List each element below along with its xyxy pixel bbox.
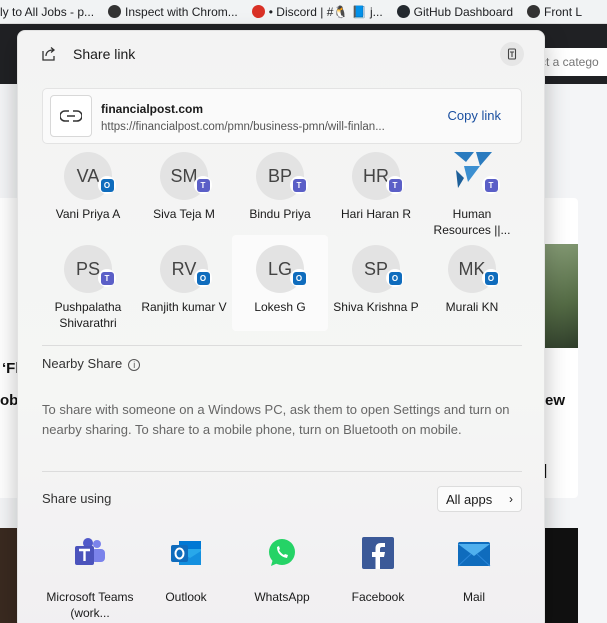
contact-siva-teja-m[interactable]: SM T Siva Teja M xyxy=(136,144,232,240)
app-label: Mail xyxy=(462,590,485,604)
contact-vani-priya-a[interactable]: VA O Vani Priya A xyxy=(40,144,136,240)
app-outlook[interactable]: Outlook xyxy=(138,536,234,605)
info-icon[interactable]: i xyxy=(128,358,141,371)
contact-human-resources[interactable]: T Human Resources ||... xyxy=(424,144,520,240)
app-label: Outlook xyxy=(165,590,207,604)
contact-name: Murali KN xyxy=(445,300,499,314)
bookmark-inspect[interactable]: Inspect with Chrom... xyxy=(108,5,238,19)
divider xyxy=(42,345,522,346)
outlook-badge-icon: O xyxy=(482,269,500,287)
app-label: Facebook xyxy=(351,590,405,604)
share-icon xyxy=(42,47,56,61)
contact-name: Bindu Priya xyxy=(249,207,311,221)
facebook-icon xyxy=(362,537,394,569)
link-icon xyxy=(60,110,82,122)
contact-name: Vani Priya A xyxy=(55,207,121,221)
teams-badge-icon: T xyxy=(482,176,500,194)
contact-ranjith-kumar-v[interactable]: RV O Ranjith kumar V xyxy=(136,237,232,333)
teams-badge-icon: T xyxy=(386,176,404,194)
mail-icon xyxy=(457,542,491,567)
teams-icon xyxy=(75,538,105,565)
headline-fragment: ew xyxy=(545,392,566,409)
teams-badge-icon: T xyxy=(98,269,116,287)
chevron-right-icon: › xyxy=(509,492,513,506)
headline-fragment: ob xyxy=(0,392,19,409)
pin-icon xyxy=(507,48,517,60)
copy-link-button[interactable]: Copy link xyxy=(448,108,501,123)
contact-lokesh-g[interactable]: LG O Lokesh G xyxy=(232,235,328,331)
teams-badge-icon: T xyxy=(290,176,308,194)
discord-icon xyxy=(251,5,265,18)
bookmark-label: • Discord | #🐧 📘 j... xyxy=(268,4,383,19)
bookmark-label: GitHub Dashboard xyxy=(413,4,514,19)
dialog-title: Share link xyxy=(73,46,136,62)
link-domain: financialpost.com xyxy=(101,102,204,116)
contact-name: Ranjith kumar V xyxy=(141,300,227,314)
nearby-share-description: To share with someone on a Windows PC, a… xyxy=(42,402,510,437)
divider xyxy=(42,471,522,472)
bookmark-front[interactable]: Front L xyxy=(527,5,582,19)
all-apps-button[interactable]: All apps › xyxy=(437,486,522,512)
contact-name: Human Resources ||... xyxy=(433,207,511,237)
contact-name: Shiva Krishna P xyxy=(333,300,419,314)
contact-name: Lokesh G xyxy=(254,300,306,314)
app-label: WhatsApp xyxy=(254,590,310,604)
link-thumbnail xyxy=(50,95,92,137)
app-microsoft-teams[interactable]: Microsoft Teams (work... xyxy=(42,536,138,621)
share-using-title: Share using xyxy=(42,491,112,506)
nearby-share-title: Nearby Share i xyxy=(42,356,141,371)
github-icon xyxy=(396,5,410,18)
outlook-badge-icon: O xyxy=(194,269,212,287)
bookmark-discord[interactable]: • Discord | #🐧 📘 j... xyxy=(251,4,383,19)
outlook-badge-icon: O xyxy=(98,176,116,194)
contact-name: Pushpalatha Shivarathri xyxy=(54,300,122,330)
outlook-badge-icon: O xyxy=(290,269,308,287)
bookmark-label: Front L xyxy=(544,4,583,19)
outlook-badge-icon: O xyxy=(386,269,404,287)
bookmarks-bar: ly to All Jobs - p... Inspect with Chrom… xyxy=(0,0,607,24)
app-mail[interactable]: Mail xyxy=(426,536,522,605)
bookmark-label: ly to All Jobs - p... xyxy=(0,4,95,19)
bookmark-jobs[interactable]: ly to All Jobs - p... xyxy=(0,5,94,19)
bookmark-label: Inspect with Chrom... xyxy=(125,4,238,19)
all-apps-label: All apps xyxy=(446,492,493,507)
contact-murali-kn[interactable]: MK O Murali KN xyxy=(424,237,520,333)
pin-button[interactable] xyxy=(500,42,524,66)
teams-badge-icon: T xyxy=(194,176,212,194)
link-preview-card: financialpost.com https://financialpost.… xyxy=(42,88,522,144)
share-dialog: Share link financialpost.com https://fin… xyxy=(17,30,545,623)
contact-name: Siva Teja M xyxy=(153,207,215,221)
contact-pushpalatha-shivarathri[interactable]: PS T Pushpalatha Shivarathri xyxy=(40,237,136,333)
whatsapp-icon xyxy=(269,539,295,566)
link-url: https://financialpost.com/pmn/business-p… xyxy=(101,121,385,133)
dialog-header: Share link xyxy=(18,31,544,79)
app-label: Microsoft Teams (work... xyxy=(46,590,134,620)
bookmark-github[interactable]: GitHub Dashboard xyxy=(396,4,514,19)
contact-name: Hari Haran R xyxy=(340,207,412,221)
contact-hari-haran-r[interactable]: HR T Hari Haran R xyxy=(328,144,424,240)
app-whatsapp[interactable]: WhatsApp xyxy=(234,536,330,605)
globe-icon xyxy=(108,5,122,18)
nearby-share-label: Nearby Share xyxy=(42,356,123,371)
contact-shiva-krishna-p[interactable]: SP O Shiva Krishna P xyxy=(328,237,424,333)
bookmark-favicon-icon xyxy=(527,5,541,18)
outlook-icon xyxy=(171,541,201,565)
contact-bindu-priya[interactable]: BP T Bindu Priya xyxy=(232,144,328,240)
app-facebook[interactable]: Facebook xyxy=(330,536,426,605)
